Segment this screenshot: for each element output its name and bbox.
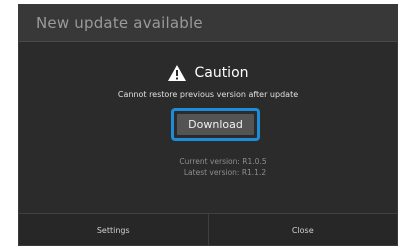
close-button[interactable]: Close [209, 214, 398, 245]
caution-header: Caution [19, 62, 397, 84]
latest-version-text: Latest version: R1.1.2 [183, 168, 267, 177]
download-button[interactable]: Download [177, 114, 254, 135]
update-dialog: New update available Caution Cannot rest… [18, 4, 398, 246]
download-focus-ring: Download [171, 108, 260, 141]
caution-heading: Caution [194, 65, 249, 81]
dialog-content: Caution Cannot restore previous version … [19, 43, 397, 213]
dialog-title: New update available [36, 14, 203, 32]
settings-button[interactable]: Settings [19, 214, 209, 245]
warning-icon [167, 64, 187, 82]
current-version-text: Current version: R1.0.5 [179, 157, 267, 166]
dialog-title-bar: New update available [19, 5, 397, 42]
warning-message: Cannot restore previous version after up… [117, 90, 299, 99]
dialog-button-bar: Settings Close [19, 213, 398, 245]
